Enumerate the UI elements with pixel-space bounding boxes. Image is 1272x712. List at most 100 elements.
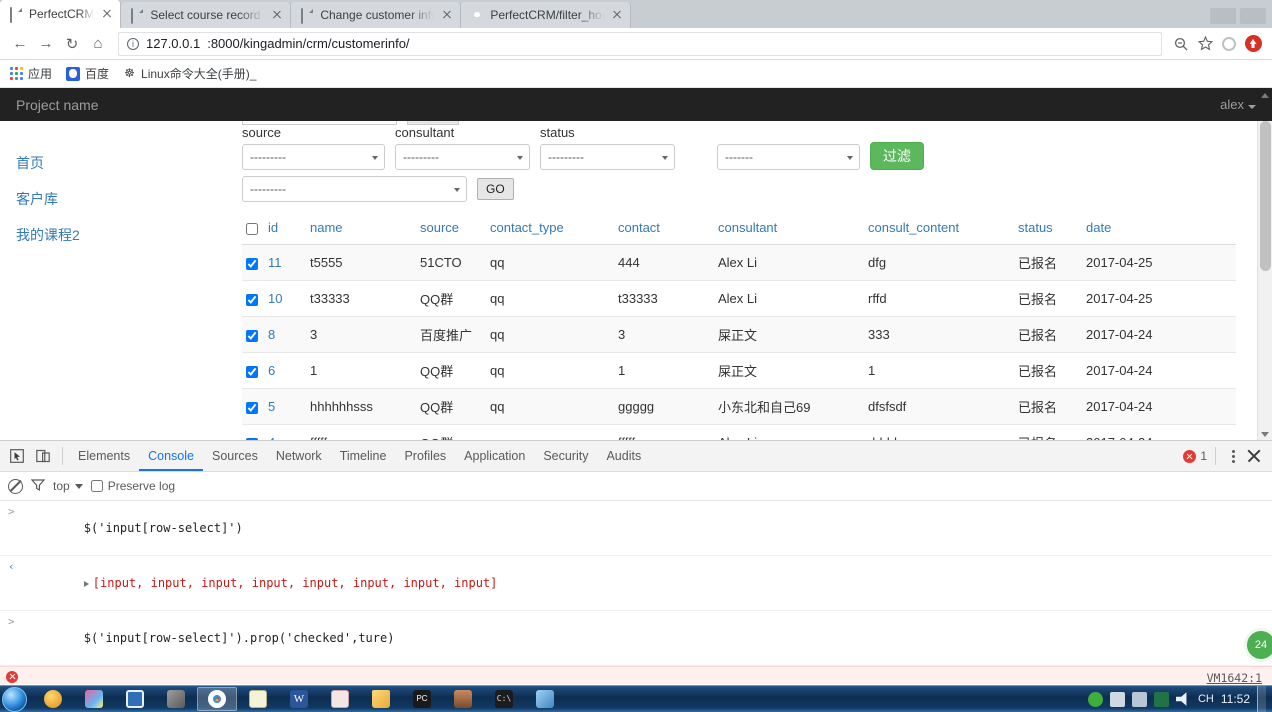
taskbar-network-app[interactable] [525,687,565,711]
row-select-checkbox[interactable] [246,293,258,306]
browser-tab-2[interactable]: Change customer info [291,2,462,28]
taskbar-plug[interactable] [156,687,196,711]
sidebar-item-customers[interactable]: 客户库 [16,181,232,217]
bookmark-apps[interactable]: 应用 [10,65,52,82]
app-brand[interactable]: Project name [16,97,98,113]
filter-funnel-icon[interactable] [30,478,46,495]
scroll-up-icon[interactable] [1261,93,1269,98]
preserve-log-checkbox[interactable] [90,480,103,492]
clear-console-icon[interactable] [8,478,23,494]
floating-badge[interactable]: 24 [1244,628,1272,662]
filter-select-consultant[interactable]: --------- [395,144,530,170]
language-indicator[interactable]: CH [1198,693,1214,705]
bookmark-baidu[interactable]: 百度 [66,65,109,82]
maximize-button[interactable] [1240,8,1266,24]
taskbar-person[interactable] [443,687,483,711]
col-consultant[interactable]: consultant [714,214,864,245]
browser-tab-0[interactable]: PerfectCRM [0,0,122,28]
preserve-log-toggle[interactable]: Preserve log [90,479,175,493]
table-row[interactable]: 11 t5555 51CTO qq 444 Alex Li dfg 已报名 20… [242,244,1236,281]
scrollbar-thumb[interactable] [1260,121,1271,271]
excel-icon[interactable] [1153,691,1169,707]
table-row[interactable]: 10 t33333 QQ群 qq t33333 Alex Li rffd 已报名… [242,280,1236,317]
console-input-line[interactable]: > $('input[row-select]') [0,501,1272,556]
tab-elements[interactable]: Elements [69,441,139,471]
error-count-badge[interactable]: 1 [1183,449,1207,463]
volume-icon[interactable] [1175,692,1187,706]
tab-security[interactable]: Security [534,441,597,471]
tab-application[interactable]: Application [455,441,534,471]
reload-icon[interactable]: ↻ [60,32,84,56]
sidebar-item-home[interactable]: 首页 [16,145,232,181]
select-all-checkbox[interactable] [246,222,258,235]
extension-ring-icon[interactable] [1218,33,1240,55]
col-name[interactable]: name [306,214,416,245]
row-select-checkbox[interactable] [246,329,258,342]
browser-tab-3[interactable]: PerfectCRM/filter_hori [461,2,632,28]
col-consult-content[interactable]: consult_content [864,214,1014,245]
device-toolbar-icon[interactable] [30,443,56,469]
col-contact[interactable]: contact [614,214,714,245]
row-select-checkbox[interactable] [246,401,258,414]
more-options-icon[interactable] [1224,447,1242,465]
tab-console[interactable]: Console [139,441,203,471]
taskbar-media-player[interactable] [33,687,73,711]
tab-timeline[interactable]: Timeline [331,441,396,471]
taskbar-notepad[interactable] [238,687,278,711]
taskbar-terminal[interactable]: C:\ [484,687,524,711]
clipped-button[interactable] [407,121,459,125]
show-desktop-button[interactable] [1257,685,1266,712]
inspect-element-icon[interactable] [4,443,30,469]
scroll-down-icon[interactable] [1261,432,1269,437]
cell-id[interactable]: 11 [264,244,306,281]
cell-id[interactable]: 5 [264,388,306,425]
filter-button[interactable]: 过滤 [870,142,924,170]
cell-id[interactable]: 6 [264,352,306,389]
zoom-out-icon[interactable] [1170,33,1192,55]
bookmark-linux[interactable]: ☸ Linux命令大全(手册)_ [123,65,256,82]
tab-sources[interactable]: Sources [203,441,267,471]
execution-context-select[interactable]: top [53,479,83,493]
go-button[interactable]: GO [477,178,514,200]
taskbar-word[interactable]: W [279,687,319,711]
close-icon[interactable] [440,8,454,22]
table-row[interactable]: 5 hhhhhhsss QQ群 qq ggggg 小东北和自己69 dfsfsd… [242,388,1236,425]
extension-red-icon[interactable] [1242,33,1264,55]
network-tray-icon[interactable] [1109,691,1125,707]
filter-select-extra[interactable]: ------- [717,144,860,170]
filter-select-wide[interactable]: --------- [242,176,467,202]
row-select-checkbox[interactable] [246,365,258,378]
taskbar-pycharm[interactable]: PC [402,687,442,711]
table-row[interactable]: 4 fffff QQ群 qq fffff Alex Li dddd 已报名 20… [242,424,1236,440]
taskbar-paint[interactable] [74,687,114,711]
site-info-icon[interactable]: i [127,37,139,50]
close-icon[interactable] [610,8,624,22]
clock[interactable]: 11:52 [1221,692,1250,706]
filter-select-source[interactable]: --------- [242,144,385,170]
close-icon[interactable] [100,7,114,21]
col-id[interactable]: id [264,214,306,245]
tab-profiles[interactable]: Profiles [395,441,455,471]
home-icon[interactable]: ⌂ [86,32,110,56]
sidebar-item-my-courses[interactable]: 我的课程2 [16,217,232,253]
cell-id[interactable]: 4 [264,424,306,440]
table-row[interactable]: 8 3 百度推广 qq 3 屎正文 333 已报名 2017-04-24 [242,316,1236,353]
console-output-line[interactable]: ‹ [input, input, input, input, input, inp… [0,556,1272,611]
cell-id[interactable]: 8 [264,316,306,353]
close-icon[interactable] [270,8,284,22]
taskbar-photo[interactable] [320,687,360,711]
address-bar[interactable]: i 127.0.0.1:8000/kingadmin/crm/customeri… [118,31,1162,56]
console-input-line[interactable]: > $('input[row-select]').prop('checked',t… [0,611,1272,666]
cell-id[interactable]: 10 [264,280,306,317]
page-scrollbar[interactable] [1257,93,1272,440]
minimize-button[interactable] [1210,8,1236,24]
display-icon[interactable] [1131,691,1147,707]
tab-audits[interactable]: Audits [597,441,650,471]
bookmark-star-icon[interactable] [1194,33,1216,55]
filter-select-status[interactable]: --------- [540,144,675,170]
user-menu[interactable]: alex [1220,97,1256,112]
clipped-select[interactable] [242,121,397,125]
col-date[interactable]: date [1082,214,1236,245]
tab-network[interactable]: Network [267,441,331,471]
browser-tab-1[interactable]: Select course record to [121,2,292,28]
